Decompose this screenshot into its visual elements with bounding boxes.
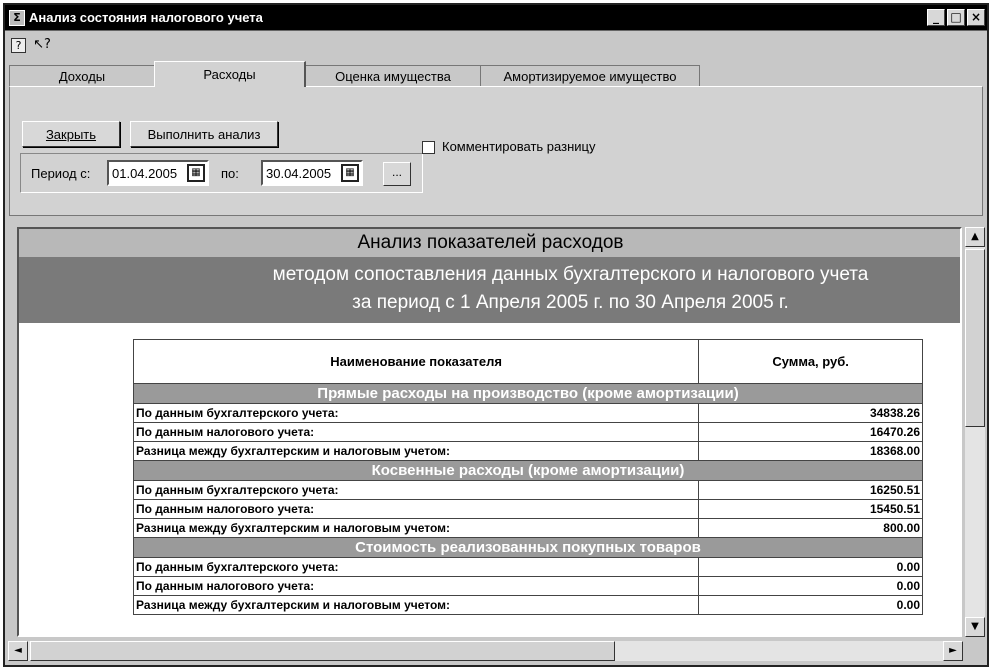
- date-from-input[interactable]: 01.04.2005 ▦: [107, 160, 209, 186]
- row-value: 18368.00: [698, 441, 923, 461]
- row-name: По данным бухгалтерского учета:: [132, 480, 700, 500]
- report-subtitle-band: методом сопоставления данных бухгалтерск…: [19, 257, 960, 323]
- period-group: Период с: 01.04.2005 ▦ по: 30.04.2005 ▦ …: [20, 153, 423, 193]
- tab-income[interactable]: Доходы: [9, 65, 155, 87]
- scroll-left-icon[interactable]: ◄: [8, 641, 28, 661]
- col-sum-header: Сумма, руб.: [698, 339, 923, 384]
- table-header: Наименование показателя Сумма, руб.: [132, 339, 923, 384]
- scroll-up-icon[interactable]: ▲: [965, 227, 985, 247]
- table-row: По данным бухгалтерского учета: 34838.26: [132, 403, 923, 423]
- report-subtitle-2: за период с 1 Апреля 2005 г. по 30 Апрел…: [352, 292, 789, 313]
- calendar-icon[interactable]: ▦: [341, 164, 359, 182]
- row-name: По данным налогового учета:: [132, 499, 700, 519]
- table-row: По данным налогового учета: 15450.51: [132, 499, 923, 519]
- date-from-value: 01.04.2005: [112, 166, 178, 181]
- scroll-down-icon[interactable]: ▼: [965, 617, 985, 637]
- window-title: Анализ состояния налогового учета: [29, 10, 263, 25]
- report-subtitle-1: методом сопоставления данных бухгалтерск…: [272, 264, 869, 285]
- row-value: 0.00: [698, 557, 923, 577]
- help-icon[interactable]: ?: [11, 37, 26, 53]
- report-title: Анализ показателей расходов: [19, 229, 960, 257]
- title-bar: Σ Анализ состояния налогового учета _ □ …: [5, 5, 987, 31]
- col-name-header: Наименование показателя: [132, 339, 700, 384]
- row-name: По данным бухгалтерского учета:: [132, 403, 700, 423]
- tab-property-valuation[interactable]: Оценка имущества: [305, 65, 481, 87]
- toolbar: ? ↖?: [5, 31, 987, 59]
- row-name: Разница между бухгалтерским и налоговым …: [132, 441, 700, 461]
- app-icon: Σ: [9, 9, 25, 26]
- table-row: Разница между бухгалтерским и налоговым …: [132, 518, 923, 538]
- row-value: 0.00: [698, 595, 923, 615]
- row-value: 34838.26: [698, 403, 923, 423]
- calendar-icon[interactable]: ▦: [187, 164, 205, 182]
- report-view: Анализ показателей расходов методом сопо…: [17, 227, 962, 637]
- table-row: По данным налогового учета: 16470.26: [132, 422, 923, 442]
- report-table: Наименование показателя Сумма, руб. Прям…: [132, 339, 923, 615]
- section-header: Стоимость реализованных покупных товаров: [133, 537, 923, 558]
- whats-this-icon[interactable]: ↖?: [32, 35, 52, 55]
- row-value: 800.00: [698, 518, 923, 538]
- section-header: Косвенные расходы (кроме амортизации): [133, 460, 923, 481]
- row-name: По данным бухгалтерского учета:: [132, 557, 700, 577]
- row-name: По данным налогового учета:: [132, 422, 700, 442]
- row-name: Разница между бухгалтерским и налоговым …: [132, 595, 700, 615]
- period-to-label: по:: [221, 166, 239, 181]
- close-button-label: Закрыть: [45, 126, 97, 142]
- row-value: 16470.26: [698, 422, 923, 442]
- main-window: Σ Анализ состояния налогового учета _ □ …: [3, 3, 989, 667]
- close-button[interactable]: Закрыть: [22, 121, 120, 147]
- period-select-button[interactable]: ...: [383, 162, 411, 186]
- minimize-button[interactable]: _: [927, 9, 945, 26]
- tab-expenses[interactable]: Расходы: [154, 61, 306, 87]
- vertical-scroll-thumb[interactable]: [965, 249, 985, 427]
- comment-difference-label: Комментировать разницу: [442, 139, 596, 154]
- date-to-input[interactable]: 30.04.2005 ▦: [261, 160, 363, 186]
- date-to-value: 30.04.2005: [266, 166, 332, 181]
- row-name: Разница между бухгалтерским и налоговым …: [132, 518, 700, 538]
- table-row: По данным налогового учета: 0.00: [132, 576, 923, 596]
- table-row: Разница между бухгалтерским и налоговым …: [132, 441, 923, 461]
- row-value: 0.00: [698, 576, 923, 596]
- horizontal-scrollbar[interactable]: ◄ ►: [8, 641, 963, 661]
- close-window-button[interactable]: ×: [967, 9, 985, 26]
- period-from-label: Период с:: [31, 166, 91, 181]
- maximize-button[interactable]: □: [947, 9, 965, 26]
- row-value: 15450.51: [698, 499, 923, 519]
- scroll-right-icon[interactable]: ►: [943, 641, 963, 661]
- run-analysis-button[interactable]: Выполнить анализ: [130, 121, 278, 147]
- tab-depreciable-property[interactable]: Амортизируемое имущество: [480, 65, 700, 87]
- comment-difference-checkbox[interactable]: [422, 141, 435, 154]
- tab-bar: Доходы Расходы Оценка имущества Амортизи…: [9, 61, 983, 87]
- table-row: По данным бухгалтерского учета: 16250.51: [132, 480, 923, 500]
- horizontal-scroll-thumb[interactable]: [30, 641, 615, 661]
- section-header: Прямые расходы на производство (кроме ам…: [133, 383, 923, 404]
- row-value: 16250.51: [698, 480, 923, 500]
- expenses-panel: Закрыть Выполнить анализ Период с: 01.04…: [9, 86, 983, 216]
- table-row: По данным бухгалтерского учета: 0.00: [132, 557, 923, 577]
- vertical-scrollbar[interactable]: ▲ ▼: [965, 227, 985, 637]
- row-name: По данным налогового учета:: [132, 576, 700, 596]
- table-row: Разница между бухгалтерским и налоговым …: [132, 595, 923, 615]
